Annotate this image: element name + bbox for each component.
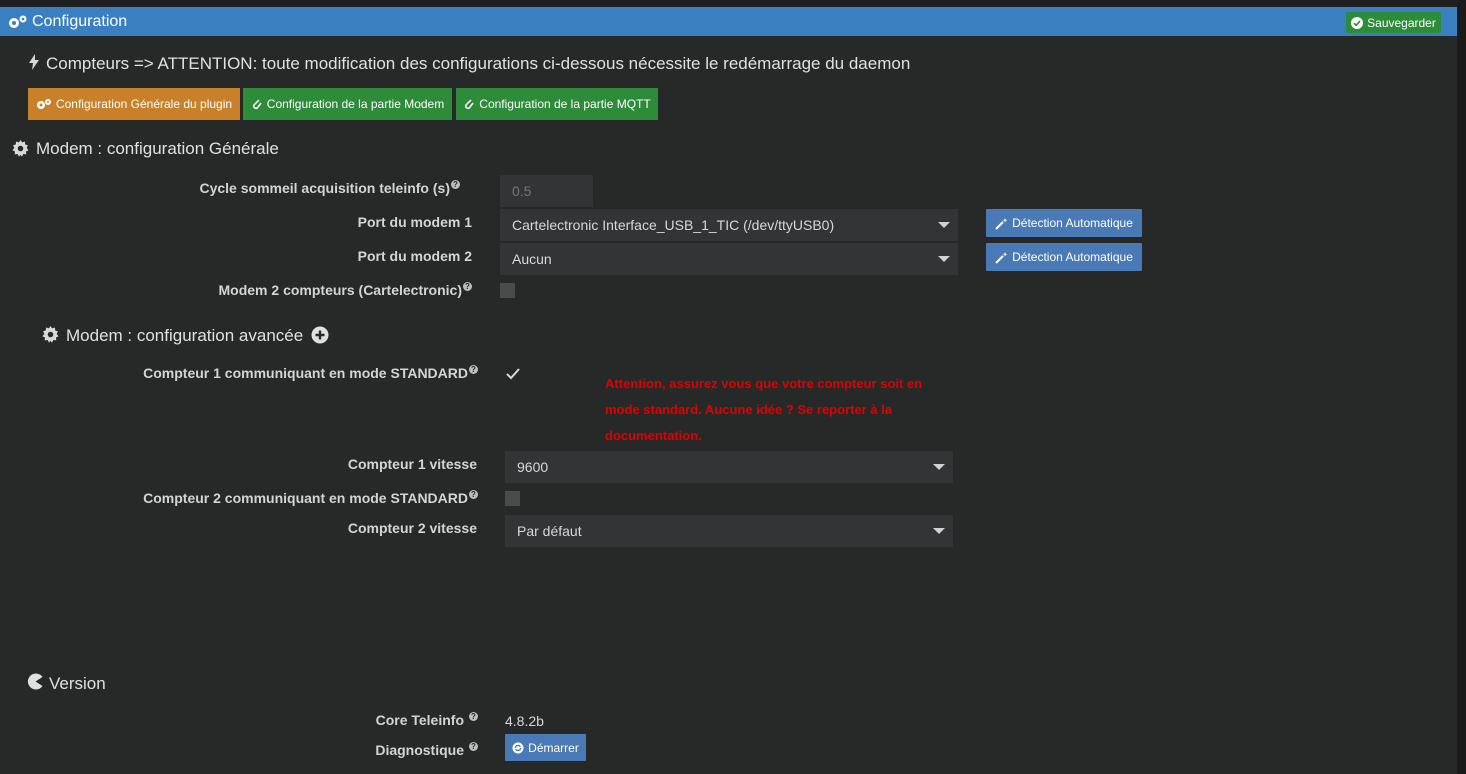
detect-port1-button[interactable]: Détection Automatique bbox=[986, 209, 1142, 237]
tab-modem-config[interactable]: Configuration de la partie Modem bbox=[243, 88, 452, 120]
core-version-value: 4.8.2b bbox=[505, 713, 544, 729]
section-title-modem-advanced: Modem : configuration avancée bbox=[66, 326, 304, 345]
gear-icon bbox=[12, 140, 29, 162]
tab-mqtt-config-label: Configuration de la partie MQTT bbox=[479, 97, 651, 111]
port2-select[interactable]: Aucun bbox=[500, 243, 958, 275]
pacman-icon bbox=[27, 673, 44, 695]
help-icon: ? bbox=[469, 365, 478, 374]
standard-mode-warning: Attention, assurez vous que votre compte… bbox=[605, 376, 923, 443]
help-icon: ? bbox=[463, 282, 472, 291]
port1-label: Port du modem 1 bbox=[357, 214, 472, 230]
counters-notice: Compteurs => ATTENTION: toute modificati… bbox=[46, 54, 911, 73]
c1-std-label: Compteur 1 communiquant en mode STANDARD… bbox=[143, 365, 478, 381]
c2-speed-label: Compteur 2 vitesse bbox=[347, 520, 477, 536]
core-version-label: Core Teleinfo? bbox=[376, 712, 478, 728]
c2-speed-select[interactable]: Par défaut bbox=[505, 515, 953, 547]
check-circle-icon bbox=[1351, 16, 1364, 29]
refresh-icon bbox=[512, 742, 524, 753]
chevron-down-icon bbox=[933, 528, 945, 534]
cycle-input[interactable] bbox=[500, 175, 593, 207]
help-icon: ? bbox=[451, 180, 460, 189]
c1-speed-select[interactable]: 9600 bbox=[505, 451, 953, 483]
cycle-label: Cycle sommeil acquisition teleinfo (s)? bbox=[199, 180, 460, 196]
c2-std-checkbox[interactable] bbox=[505, 491, 520, 506]
help-icon: ? bbox=[469, 490, 478, 499]
magic-wand-icon bbox=[995, 217, 1008, 230]
section-title-modem-general: Modem : configuration Générale bbox=[36, 139, 279, 158]
port2-label: Port du modem 2 bbox=[357, 248, 472, 264]
start-diagnostic-button[interactable]: Démarrer bbox=[505, 734, 586, 761]
modem2-label: Modem 2 compteurs (Cartelectronic)? bbox=[219, 282, 472, 298]
c2-speed-value: Par défaut bbox=[517, 523, 582, 539]
c1-speed-value: 9600 bbox=[517, 459, 549, 475]
chevron-down-icon bbox=[933, 464, 945, 470]
port1-select[interactable]: Cartelectronic Interface_USB_1_TIC (/dev… bbox=[500, 209, 958, 241]
scrollbar[interactable] bbox=[1458, 0, 1466, 774]
paperclip-icon bbox=[252, 99, 262, 110]
check-icon bbox=[506, 368, 520, 380]
paperclip-icon bbox=[465, 99, 474, 110]
magic-wand-icon bbox=[995, 251, 1008, 264]
tab-modem-config-label: Configuration de la partie Modem bbox=[266, 97, 445, 111]
bolt-icon bbox=[28, 54, 40, 75]
chevron-down-icon bbox=[938, 256, 950, 262]
chevron-down-icon bbox=[938, 222, 950, 228]
c2-std-label: Compteur 2 communiquant en mode STANDARD… bbox=[143, 490, 478, 506]
detect-port2-button[interactable]: Détection Automatique bbox=[986, 243, 1142, 271]
plus-circle-icon[interactable] bbox=[311, 326, 329, 349]
port1-select-value: Cartelectronic Interface_USB_1_TIC (/dev… bbox=[512, 217, 835, 233]
save-button[interactable]: Sauvegarder bbox=[1346, 12, 1441, 33]
cogs-icon bbox=[36, 99, 51, 109]
detect-port1-label: Détection Automatique bbox=[1012, 216, 1133, 230]
diagnostic-label: Diagnostique? bbox=[375, 742, 478, 758]
start-diagnostic-label: Démarrer bbox=[528, 740, 579, 755]
c1-speed-label: Compteur 1 vitesse bbox=[347, 456, 477, 472]
help-icon: ? bbox=[469, 742, 478, 751]
tab-mqtt-config[interactable]: Configuration de la partie MQTT bbox=[456, 88, 658, 120]
save-button-label: Sauvegarder bbox=[1367, 15, 1436, 30]
gear-icon bbox=[42, 326, 59, 348]
cogs-icon bbox=[8, 14, 28, 35]
port2-select-value: Aucun bbox=[512, 251, 552, 267]
c1-std-checkbox[interactable] bbox=[505, 366, 520, 381]
tab-general-config[interactable]: Configuration Générale du plugin bbox=[28, 88, 240, 120]
section-title-version: Version bbox=[49, 674, 106, 693]
page-title: Configuration bbox=[32, 13, 128, 30]
help-icon: ? bbox=[469, 712, 478, 721]
tab-general-config-label: Configuration Générale du plugin bbox=[55, 97, 233, 111]
config-header-bar bbox=[0, 7, 1457, 36]
modem2-checkbox[interactable] bbox=[500, 283, 515, 298]
detect-port2-label: Détection Automatique bbox=[1012, 250, 1133, 264]
